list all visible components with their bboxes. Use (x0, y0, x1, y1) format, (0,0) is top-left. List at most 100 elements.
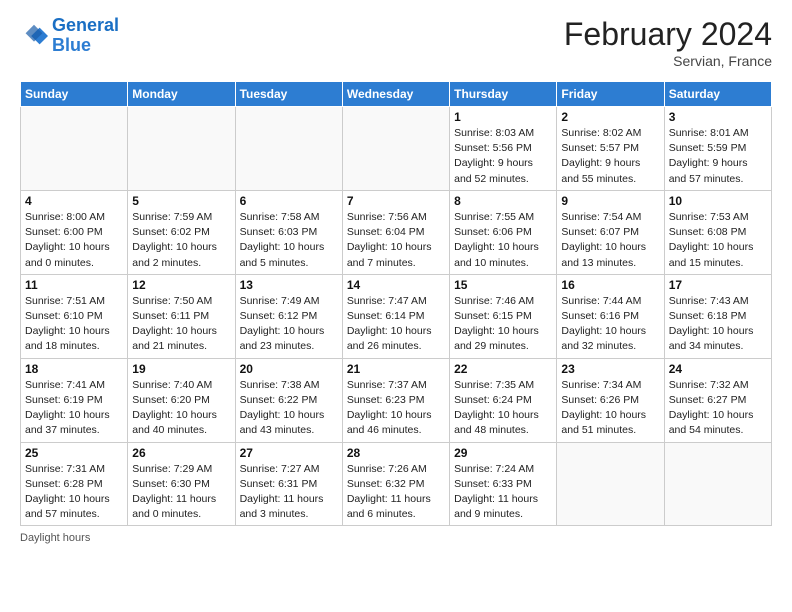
day-number: 18 (25, 362, 123, 376)
day-number: 19 (132, 362, 230, 376)
weekday-header: Monday (128, 82, 235, 107)
day-number: 11 (25, 278, 123, 292)
day-number: 25 (25, 446, 123, 460)
day-number: 14 (347, 278, 445, 292)
calendar-cell: 9 Sunrise: 7:54 AM Sunset: 6:07 PM Daylig… (557, 190, 664, 274)
logo-text: General Blue (52, 16, 119, 56)
day-info: Sunrise: 7:54 AM Sunset: 6:07 PM Dayligh… (561, 210, 659, 271)
calendar-cell: 15Sunrise: 7:46 AM Sunset: 6:15 PM Dayli… (450, 274, 557, 358)
weekday-header: Wednesday (342, 82, 449, 107)
day-info: Sunrise: 7:47 AM Sunset: 6:14 PM Dayligh… (347, 294, 445, 355)
day-number: 4 (25, 194, 123, 208)
day-number: 13 (240, 278, 338, 292)
day-info: Sunrise: 7:56 AM Sunset: 6:04 PM Dayligh… (347, 210, 445, 271)
calendar-cell (557, 442, 664, 526)
day-number: 7 (347, 194, 445, 208)
day-info: Sunrise: 8:00 AM Sunset: 6:00 PM Dayligh… (25, 210, 123, 271)
day-info: Sunrise: 8:01 AM Sunset: 5:59 PM Dayligh… (669, 126, 767, 187)
day-info: Sunrise: 7:55 AM Sunset: 6:06 PM Dayligh… (454, 210, 552, 271)
day-number: 22 (454, 362, 552, 376)
day-number: 29 (454, 446, 552, 460)
page: General Blue February 2024 Servian, Fran… (0, 0, 792, 554)
day-info: Sunrise: 7:26 AM Sunset: 6:32 PM Dayligh… (347, 462, 445, 523)
calendar-cell: 20 Sunrise: 7:38 AM Sunset: 6:22 PM Dayli… (235, 358, 342, 442)
day-info: Sunrise: 8:02 AM Sunset: 5:57 PM Dayligh… (561, 126, 659, 187)
day-info: Sunrise: 7:32 AM Sunset: 6:27 PM Dayligh… (669, 378, 767, 439)
day-number: 10 (669, 194, 767, 208)
calendar-cell: 18 Sunrise: 7:41 AM Sunset: 6:19 PM Dayli… (21, 358, 128, 442)
calendar-cell: 17Sunrise: 7:43 AM Sunset: 6:18 PM Dayli… (664, 274, 771, 358)
calendar-cell: 28Sunrise: 7:26 AM Sunset: 6:32 PM Dayli… (342, 442, 449, 526)
calendar-cell: 10 Sunrise: 7:53 AM Sunset: 6:08 PM Dayli… (664, 190, 771, 274)
day-info: Sunrise: 7:51 AM Sunset: 6:10 PM Dayligh… (25, 294, 123, 355)
calendar-cell: 13 Sunrise: 7:49 AM Sunset: 6:12 PM Dayli… (235, 274, 342, 358)
weekday-header: Friday (557, 82, 664, 107)
calendar-cell (664, 442, 771, 526)
day-number: 12 (132, 278, 230, 292)
day-info: Sunrise: 7:41 AM Sunset: 6:19 PM Dayligh… (25, 378, 123, 439)
weekday-header: Saturday (664, 82, 771, 107)
calendar-cell: 6Sunrise: 7:58 AM Sunset: 6:03 PM Daylig… (235, 190, 342, 274)
calendar-cell: 25 Sunrise: 7:31 AM Sunset: 6:28 PM Dayli… (21, 442, 128, 526)
logo-icon (20, 22, 48, 50)
header: General Blue February 2024 Servian, Fran… (20, 16, 772, 69)
weekday-header: Sunday (21, 82, 128, 107)
day-info: Sunrise: 7:46 AM Sunset: 6:15 PM Dayligh… (454, 294, 552, 355)
calendar-cell: 8 Sunrise: 7:55 AM Sunset: 6:06 PM Daylig… (450, 190, 557, 274)
logo-general: General (52, 15, 119, 35)
calendar-cell: 21Sunrise: 7:37 AM Sunset: 6:23 PM Dayli… (342, 358, 449, 442)
weekday-header: Tuesday (235, 82, 342, 107)
month-title: February 2024 (564, 16, 772, 53)
day-info: Sunrise: 7:37 AM Sunset: 6:23 PM Dayligh… (347, 378, 445, 439)
day-number: 3 (669, 110, 767, 124)
calendar-cell: 24Sunrise: 7:32 AM Sunset: 6:27 PM Dayli… (664, 358, 771, 442)
logo: General Blue (20, 16, 119, 56)
day-info: Sunrise: 7:49 AM Sunset: 6:12 PM Dayligh… (240, 294, 338, 355)
daylight-label: Daylight hours (20, 532, 90, 544)
day-number: 5 (132, 194, 230, 208)
title-block: February 2024 Servian, France (564, 16, 772, 69)
day-number: 1 (454, 110, 552, 124)
calendar-cell: 2 Sunrise: 8:02 AM Sunset: 5:57 PM Daylig… (557, 107, 664, 191)
calendar-cell: 5 Sunrise: 7:59 AM Sunset: 6:02 PM Daylig… (128, 190, 235, 274)
day-number: 20 (240, 362, 338, 376)
calendar-cell: 3 Sunrise: 8:01 AM Sunset: 5:59 PM Daylig… (664, 107, 771, 191)
day-info: Sunrise: 7:53 AM Sunset: 6:08 PM Dayligh… (669, 210, 767, 271)
day-number: 9 (561, 194, 659, 208)
day-info: Sunrise: 7:38 AM Sunset: 6:22 PM Dayligh… (240, 378, 338, 439)
calendar-table: SundayMondayTuesdayWednesdayThursdayFrid… (20, 81, 772, 526)
calendar-week-row: 18 Sunrise: 7:41 AM Sunset: 6:19 PM Dayli… (21, 358, 772, 442)
weekday-header: Thursday (450, 82, 557, 107)
calendar-cell: 22Sunrise: 7:35 AM Sunset: 6:24 PM Dayli… (450, 358, 557, 442)
calendar-week-row: 1Sunrise: 8:03 AM Sunset: 5:56 PM Daylig… (21, 107, 772, 191)
calendar-cell: 26Sunrise: 7:29 AM Sunset: 6:30 PM Dayli… (128, 442, 235, 526)
calendar-cell: 14 Sunrise: 7:47 AM Sunset: 6:14 PM Dayli… (342, 274, 449, 358)
calendar-cell: 23Sunrise: 7:34 AM Sunset: 6:26 PM Dayli… (557, 358, 664, 442)
calendar-week-row: 4 Sunrise: 8:00 AM Sunset: 6:00 PM Daylig… (21, 190, 772, 274)
day-number: 2 (561, 110, 659, 124)
day-number: 16 (561, 278, 659, 292)
day-number: 17 (669, 278, 767, 292)
day-info: Sunrise: 7:44 AM Sunset: 6:16 PM Dayligh… (561, 294, 659, 355)
day-info: Sunrise: 7:59 AM Sunset: 6:02 PM Dayligh… (132, 210, 230, 271)
day-info: Sunrise: 7:40 AM Sunset: 6:20 PM Dayligh… (132, 378, 230, 439)
calendar-cell: 11 Sunrise: 7:51 AM Sunset: 6:10 PM Dayli… (21, 274, 128, 358)
calendar-cell (235, 107, 342, 191)
calendar-cell: 1Sunrise: 8:03 AM Sunset: 5:56 PM Daylig… (450, 107, 557, 191)
day-info: Sunrise: 7:50 AM Sunset: 6:11 PM Dayligh… (132, 294, 230, 355)
day-info: Sunrise: 7:31 AM Sunset: 6:28 PM Dayligh… (25, 462, 123, 523)
calendar-cell (342, 107, 449, 191)
day-number: 8 (454, 194, 552, 208)
calendar-cell (21, 107, 128, 191)
calendar-cell: 4 Sunrise: 8:00 AM Sunset: 6:00 PM Daylig… (21, 190, 128, 274)
calendar-cell: 7 Sunrise: 7:56 AM Sunset: 6:04 PM Daylig… (342, 190, 449, 274)
logo-blue: Blue (52, 35, 91, 55)
day-info: Sunrise: 7:58 AM Sunset: 6:03 PM Dayligh… (240, 210, 338, 271)
calendar-week-row: 11 Sunrise: 7:51 AM Sunset: 6:10 PM Dayli… (21, 274, 772, 358)
calendar-week-row: 25 Sunrise: 7:31 AM Sunset: 6:28 PM Dayli… (21, 442, 772, 526)
calendar-cell: 27Sunrise: 7:27 AM Sunset: 6:31 PM Dayli… (235, 442, 342, 526)
calendar-header-row: SundayMondayTuesdayWednesdayThursdayFrid… (21, 82, 772, 107)
location: Servian, France (564, 53, 772, 69)
day-info: Sunrise: 7:24 AM Sunset: 6:33 PM Dayligh… (454, 462, 552, 523)
day-number: 23 (561, 362, 659, 376)
